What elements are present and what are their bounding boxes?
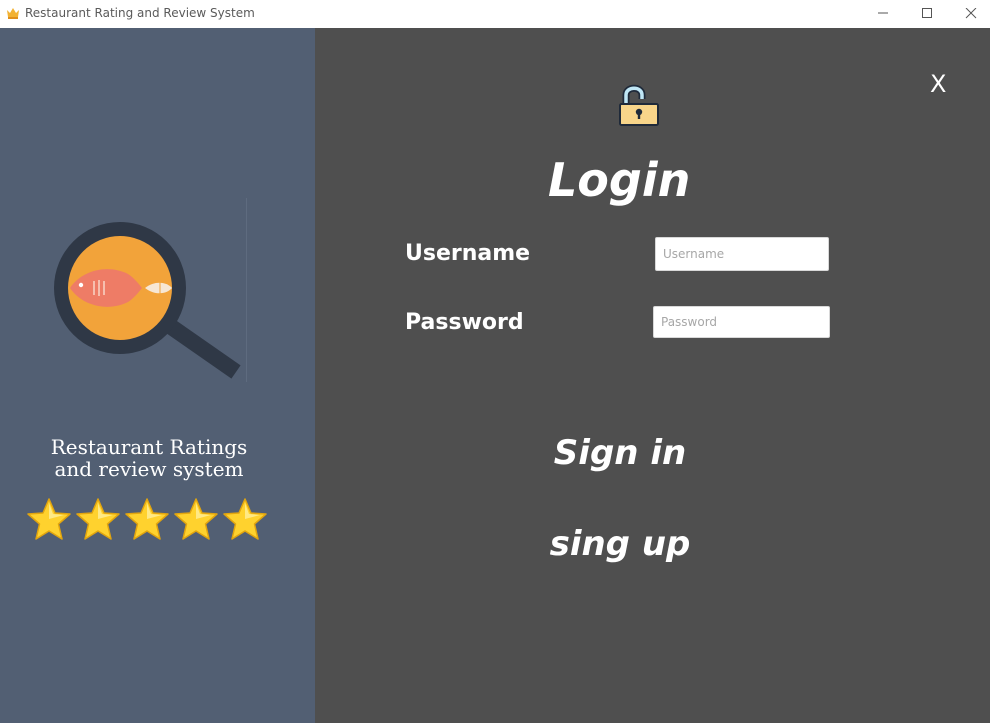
maximize-icon	[922, 8, 932, 18]
close-icon	[965, 8, 977, 19]
sign-in-button[interactable]: Sign in	[415, 433, 825, 473]
window-title: Restaurant Rating and Review System	[25, 6, 255, 20]
star-icon	[223, 498, 267, 540]
minimize-icon	[878, 12, 888, 14]
star-icon	[125, 498, 169, 540]
maximize-button[interactable]	[904, 0, 950, 28]
star-icon	[174, 498, 218, 540]
login-title: Login	[548, 153, 691, 207]
app-crown-icon	[7, 8, 19, 19]
window-close-button[interactable]	[948, 0, 990, 28]
password-input[interactable]	[653, 306, 830, 338]
login-close-button[interactable]: X	[930, 70, 946, 98]
window-titlebar: Restaurant Rating and Review System	[0, 0, 990, 28]
brand-line-1: Restaurant Ratings	[50, 435, 248, 459]
brand-line-2: and review system	[54, 457, 244, 481]
username-label: Username	[405, 241, 531, 266]
minimize-button[interactable]	[860, 0, 906, 28]
username-input[interactable]	[655, 237, 829, 271]
star-icon	[27, 498, 71, 540]
star-icon	[76, 498, 120, 540]
brand-title: Restaurant Ratings and review system	[0, 436, 298, 480]
unlocked-padlock-icon	[619, 84, 659, 126]
magnifier-fish-icon	[54, 222, 241, 379]
password-label: Password	[405, 310, 524, 335]
sign-up-button[interactable]: sing up	[415, 524, 825, 564]
login-panel	[315, 28, 990, 723]
